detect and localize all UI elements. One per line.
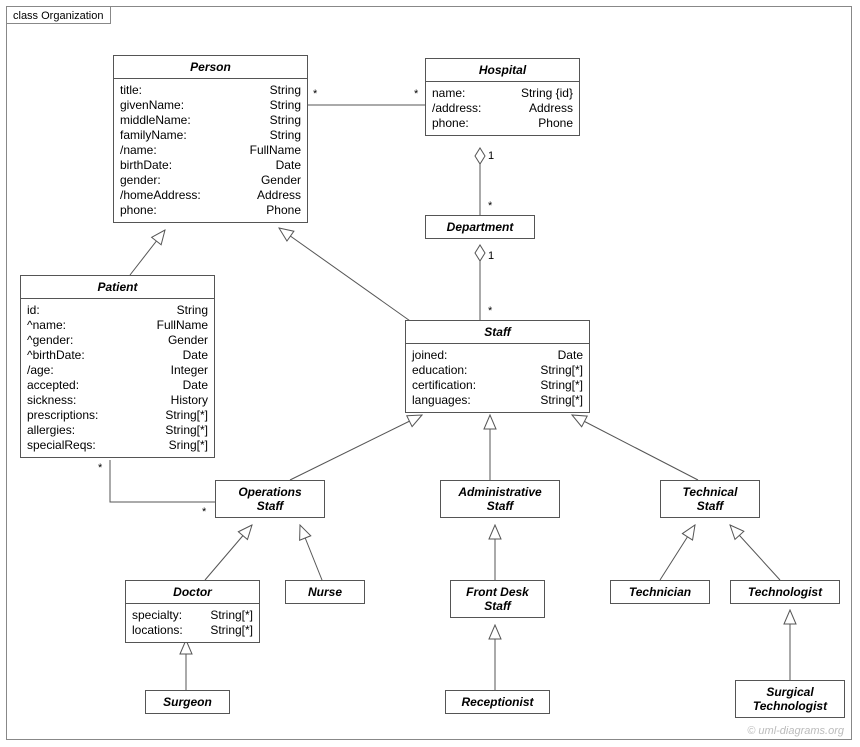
attr-row: joined:Date <box>412 348 583 363</box>
class-receptionist-title: Receptionist <box>446 691 549 713</box>
class-staff: Staff joined:Dateeducation:String[*]cert… <box>405 320 590 413</box>
attr-row: ^birthDate:Date <box>27 348 208 363</box>
class-technician: Technician <box>610 580 710 604</box>
mult-person-hospital-a: * <box>313 88 317 100</box>
class-admin-staff: AdministrativeStaff <box>440 480 560 518</box>
class-department: Department <box>425 215 535 239</box>
class-surg-tech-title: SurgicalTechnologist <box>736 681 844 717</box>
attr-row: prescriptions:String[*] <box>27 408 208 423</box>
mult-patient-ops-a: * <box>98 462 102 474</box>
class-hospital-title: Hospital <box>426 59 579 82</box>
attr-row: locations:String[*] <box>132 623 253 638</box>
class-admin-staff-title: AdministrativeStaff <box>441 481 559 517</box>
class-staff-attrs: joined:Dateeducation:String[*]certificat… <box>406 344 589 412</box>
class-patient-title: Patient <box>21 276 214 299</box>
attr-row: name:String {id} <box>432 86 573 101</box>
attr-row: languages:String[*] <box>412 393 583 408</box>
frame-label: class Organization <box>6 6 111 24</box>
attr-row: givenName:String <box>120 98 301 113</box>
attr-row: specialty:String[*] <box>132 608 253 623</box>
class-doctor-attrs: specialty:String[*]locations:String[*] <box>126 604 259 642</box>
class-hospital-attrs: name:String {id}/address:Addressphone:Ph… <box>426 82 579 135</box>
attr-row: middleName:String <box>120 113 301 128</box>
mult-staff-many: * <box>488 305 492 317</box>
attr-row: /age:Integer <box>27 363 208 378</box>
attr-row: /address:Address <box>432 101 573 116</box>
attr-row: id:String <box>27 303 208 318</box>
class-nurse-title: Nurse <box>286 581 364 603</box>
class-tech-staff: TechnicalStaff <box>660 480 760 518</box>
watermark: © uml-diagrams.org <box>747 725 844 737</box>
attr-row: specialReqs:Sring[*] <box>27 438 208 453</box>
class-patient-attrs: id:String^name:FullName^gender:Gender^bi… <box>21 299 214 457</box>
class-nurse: Nurse <box>285 580 365 604</box>
attr-row: accepted:Date <box>27 378 208 393</box>
class-front-desk: Front DeskStaff <box>450 580 545 618</box>
class-hospital: Hospital name:String {id}/address:Addres… <box>425 58 580 136</box>
class-technologist: Technologist <box>730 580 840 604</box>
attr-row: /name:FullName <box>120 143 301 158</box>
class-person-attrs: title:StringgivenName:StringmiddleName:S… <box>114 79 307 222</box>
class-patient: Patient id:String^name:FullName^gender:G… <box>20 275 215 458</box>
attr-row: gender:Gender <box>120 173 301 188</box>
class-surgeon-title: Surgeon <box>146 691 229 713</box>
class-front-desk-title: Front DeskStaff <box>451 581 544 617</box>
class-tech-staff-title: TechnicalStaff <box>661 481 759 517</box>
attr-row: allergies:String[*] <box>27 423 208 438</box>
class-doctor-title: Doctor <box>126 581 259 604</box>
attr-row: /homeAddress:Address <box>120 188 301 203</box>
attr-row: education:String[*] <box>412 363 583 378</box>
class-technician-title: Technician <box>611 581 709 603</box>
attr-row: title:String <box>120 83 301 98</box>
attr-row: ^gender:Gender <box>27 333 208 348</box>
attr-row: phone:Phone <box>120 203 301 218</box>
class-receptionist: Receptionist <box>445 690 550 714</box>
mult-hospital-one: 1 <box>488 150 494 162</box>
attr-row: familyName:String <box>120 128 301 143</box>
diagram-canvas: class Organization <box>0 0 860 747</box>
class-technologist-title: Technologist <box>731 581 839 603</box>
class-staff-title: Staff <box>406 321 589 344</box>
class-person-title: Person <box>114 56 307 79</box>
class-surg-tech: SurgicalTechnologist <box>735 680 845 718</box>
mult-person-hospital-b: * <box>414 88 418 100</box>
mult-patient-ops-b: * <box>202 506 206 518</box>
attr-row: ^name:FullName <box>27 318 208 333</box>
class-surgeon: Surgeon <box>145 690 230 714</box>
mult-department-one: 1 <box>488 250 494 262</box>
attr-row: phone:Phone <box>432 116 573 131</box>
class-ops-staff-title: OperationsStaff <box>216 481 324 517</box>
attr-row: certification:String[*] <box>412 378 583 393</box>
attr-row: sickness:History <box>27 393 208 408</box>
class-ops-staff: OperationsStaff <box>215 480 325 518</box>
mult-department-many: * <box>488 200 492 212</box>
class-person: Person title:StringgivenName:Stringmiddl… <box>113 55 308 223</box>
class-doctor: Doctor specialty:String[*]locations:Stri… <box>125 580 260 643</box>
class-department-title: Department <box>426 216 534 238</box>
attr-row: birthDate:Date <box>120 158 301 173</box>
